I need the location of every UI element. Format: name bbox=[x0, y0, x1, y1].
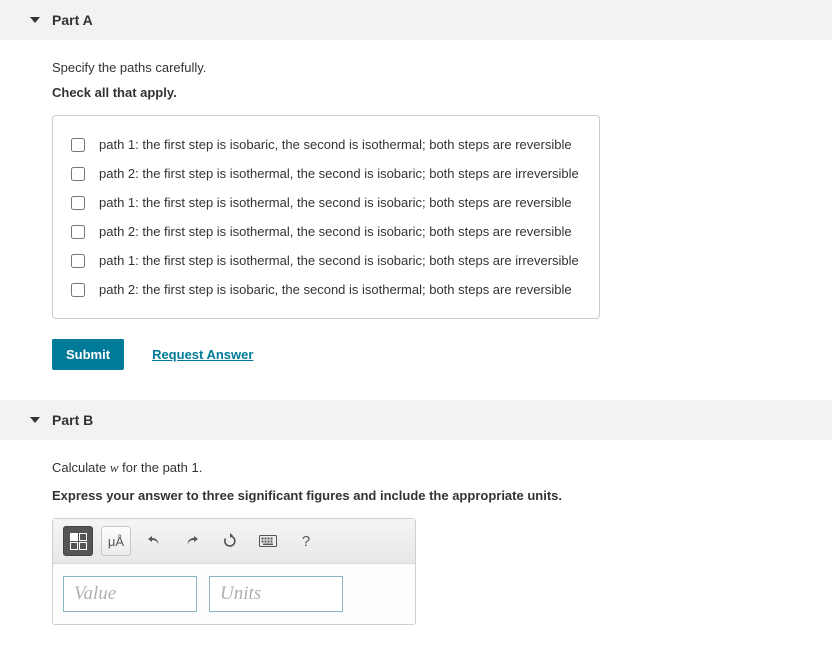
action-row: Submit Request Answer bbox=[52, 339, 780, 370]
part-b-body: Calculate w for the path 1. Express your… bbox=[0, 460, 832, 655]
symbols-label: μÅ bbox=[108, 534, 124, 549]
reset-icon bbox=[222, 533, 238, 549]
checkbox-label: path 2: the first step is isothermal, th… bbox=[99, 166, 579, 181]
answer-input-row: Value Units bbox=[53, 564, 415, 624]
templates-button[interactable] bbox=[63, 526, 93, 556]
value-input[interactable]: Value bbox=[63, 576, 197, 612]
symbols-button[interactable]: μÅ bbox=[101, 526, 131, 556]
keyboard-icon bbox=[259, 535, 277, 547]
checkbox-row: path 1: the first step is isobaric, the … bbox=[71, 130, 581, 159]
checkbox-option-3[interactable] bbox=[71, 196, 85, 210]
part-a-header[interactable]: Part A bbox=[0, 0, 832, 40]
checkbox-group: path 1: the first step is isobaric, the … bbox=[52, 115, 600, 319]
part-a-body: Specify the paths carefully. Check all t… bbox=[0, 60, 832, 400]
checkbox-option-1[interactable] bbox=[71, 138, 85, 152]
answer-widget: μÅ ? Value Units bbox=[52, 518, 416, 625]
checkbox-label: path 2: the first step is isobaric, the … bbox=[99, 282, 572, 297]
part-a-instruction: Specify the paths carefully. bbox=[52, 60, 780, 75]
calc-prefix: Calculate bbox=[52, 460, 110, 475]
submit-button[interactable]: Submit bbox=[52, 339, 124, 370]
help-button[interactable]: ? bbox=[291, 526, 321, 556]
caret-down-icon bbox=[30, 17, 40, 23]
checkbox-label: path 1: the first step is isobaric, the … bbox=[99, 137, 572, 152]
units-input[interactable]: Units bbox=[209, 576, 343, 612]
checkbox-option-6[interactable] bbox=[71, 283, 85, 297]
part-b-instruction: Calculate w for the path 1. bbox=[52, 460, 780, 476]
part-a-title: Part A bbox=[52, 12, 93, 28]
redo-icon bbox=[184, 533, 200, 549]
checkbox-row: path 2: the first step is isothermal, th… bbox=[71, 217, 581, 246]
request-answer-link[interactable]: Request Answer bbox=[152, 347, 253, 362]
checkbox-label: path 1: the first step is isothermal, th… bbox=[99, 253, 579, 268]
part-b-header[interactable]: Part B bbox=[0, 400, 832, 440]
redo-button[interactable] bbox=[177, 526, 207, 556]
reset-button[interactable] bbox=[215, 526, 245, 556]
checkbox-row: path 1: the first step is isothermal, th… bbox=[71, 246, 581, 275]
templates-icon bbox=[70, 533, 87, 550]
undo-button[interactable] bbox=[139, 526, 169, 556]
checkbox-option-2[interactable] bbox=[71, 167, 85, 181]
part-b-title: Part B bbox=[52, 412, 93, 428]
part-b-bold-instruction: Express your answer to three significant… bbox=[52, 488, 780, 503]
checkbox-option-5[interactable] bbox=[71, 254, 85, 268]
checkbox-row: path 1: the first step is isothermal, th… bbox=[71, 188, 581, 217]
caret-down-icon bbox=[30, 417, 40, 423]
checkbox-row: path 2: the first step is isobaric, the … bbox=[71, 275, 581, 304]
undo-icon bbox=[146, 533, 162, 549]
calc-suffix: for the path 1. bbox=[118, 460, 202, 475]
answer-toolbar: μÅ ? bbox=[53, 519, 415, 564]
part-a-bold-instruction: Check all that apply. bbox=[52, 85, 780, 100]
checkbox-label: path 2: the first step is isothermal, th… bbox=[99, 224, 572, 239]
help-label: ? bbox=[302, 533, 310, 550]
checkbox-option-4[interactable] bbox=[71, 225, 85, 239]
checkbox-row: path 2: the first step is isothermal, th… bbox=[71, 159, 581, 188]
keyboard-button[interactable] bbox=[253, 526, 283, 556]
checkbox-label: path 1: the first step is isothermal, th… bbox=[99, 195, 572, 210]
